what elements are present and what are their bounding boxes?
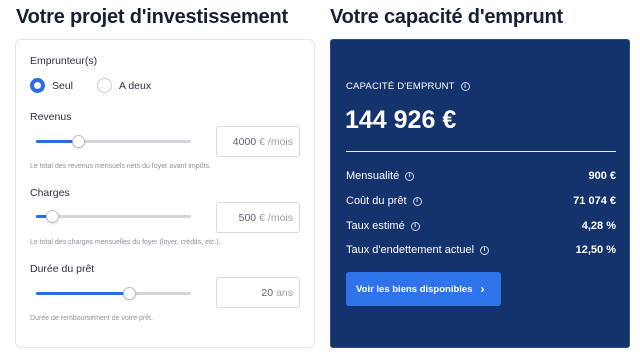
charges-value: 500 [238,211,257,224]
capacity-label-text: CAPACITÉ D'EMPRUNT [346,81,455,92]
revenus-input[interactable]: 4000 € /mois [216,126,300,157]
revenus-slider[interactable] [36,135,191,148]
divider [346,151,616,152]
info-icon[interactable]: i [405,171,415,181]
row-cout-pret: Coût du prêt i 71 074 € [346,195,616,207]
row-mensualite-value: 900 € [588,170,616,182]
radio-a-deux[interactable]: A deux [97,78,151,93]
duree-unit: ans [276,286,293,299]
investment-project-heading: Votre projet d'investissement [16,6,288,28]
borrowing-capacity-card: CAPACITÉ D'EMPRUNT i 144 926 € Mensualit… [330,39,630,348]
duree-input[interactable]: 20 ans [216,277,300,308]
row-taux-estime-label: Taux estimé [346,220,405,232]
row-taux-endettement-label: Taux d'endettement actuel [346,244,475,256]
revenus-hint: Le total des revenus mensuels nets du fo… [30,163,211,170]
duree-slider-thumb[interactable] [123,287,136,300]
info-icon[interactable]: i [410,221,420,231]
charges-input[interactable]: 500 € /mois [216,202,300,233]
duree-slider-fill [36,292,129,295]
charges-unit: € /mois [259,211,293,224]
row-mensualite-label: Mensualité [346,170,400,182]
radio-seul-dot [30,78,45,93]
revenus-slider-thumb[interactable] [71,135,85,148]
radio-a-deux-dot [97,78,112,93]
charges-label: Charges [30,187,70,199]
view-properties-label: Voir les biens disponibles [356,283,473,295]
info-icon[interactable]: i [460,82,470,91]
duree-hint: Durée de remboursement de votre prêt. [30,315,153,322]
row-taux-estime-value: 4,28 % [581,220,616,232]
capacity-label: CAPACITÉ D'EMPRUNT i [346,81,470,92]
charges-hint: Le total des charges mensuelles du foyer… [30,239,221,246]
revenus-label: Revenus [30,111,72,123]
radio-seul-label: Seul [52,79,74,92]
radio-seul[interactable]: Seul [30,78,73,93]
row-taux-endettement: Taux d'endettement actuel i 12,50 % [346,244,616,256]
duree-value: 20 [261,286,274,299]
charges-slider[interactable] [36,210,191,223]
chevron-right-icon: › [480,282,485,296]
view-properties-button[interactable]: Voir les biens disponibles › [346,272,501,306]
borrowers-label: Emprunteur(s) [30,55,98,67]
duree-slider[interactable] [36,287,191,300]
info-icon[interactable]: i [480,245,490,255]
borrowing-capacity-heading: Votre capacité d'emprunt [330,6,563,28]
row-cout-pret-label: Coût du prêt [346,195,407,207]
row-taux-endettement-value: 12,50 % [575,244,616,256]
revenus-unit: € /mois [259,135,293,148]
radio-a-deux-label: A deux [119,79,152,92]
duree-label: Durée du prêt [30,263,95,275]
capacity-amount: 144 926 € [345,106,457,134]
info-icon[interactable]: i [412,196,422,206]
investment-form-card: Emprunteur(s) Seul A deux Revenus 4000 €… [15,39,315,348]
row-mensualite: Mensualité i 900 € [346,170,616,182]
revenus-value: 4000 [232,135,257,148]
row-taux-estime: Taux estimé i 4,28 % [346,220,616,232]
charges-slider-thumb[interactable] [45,210,59,223]
row-cout-pret-value: 71 074 € [573,195,616,207]
